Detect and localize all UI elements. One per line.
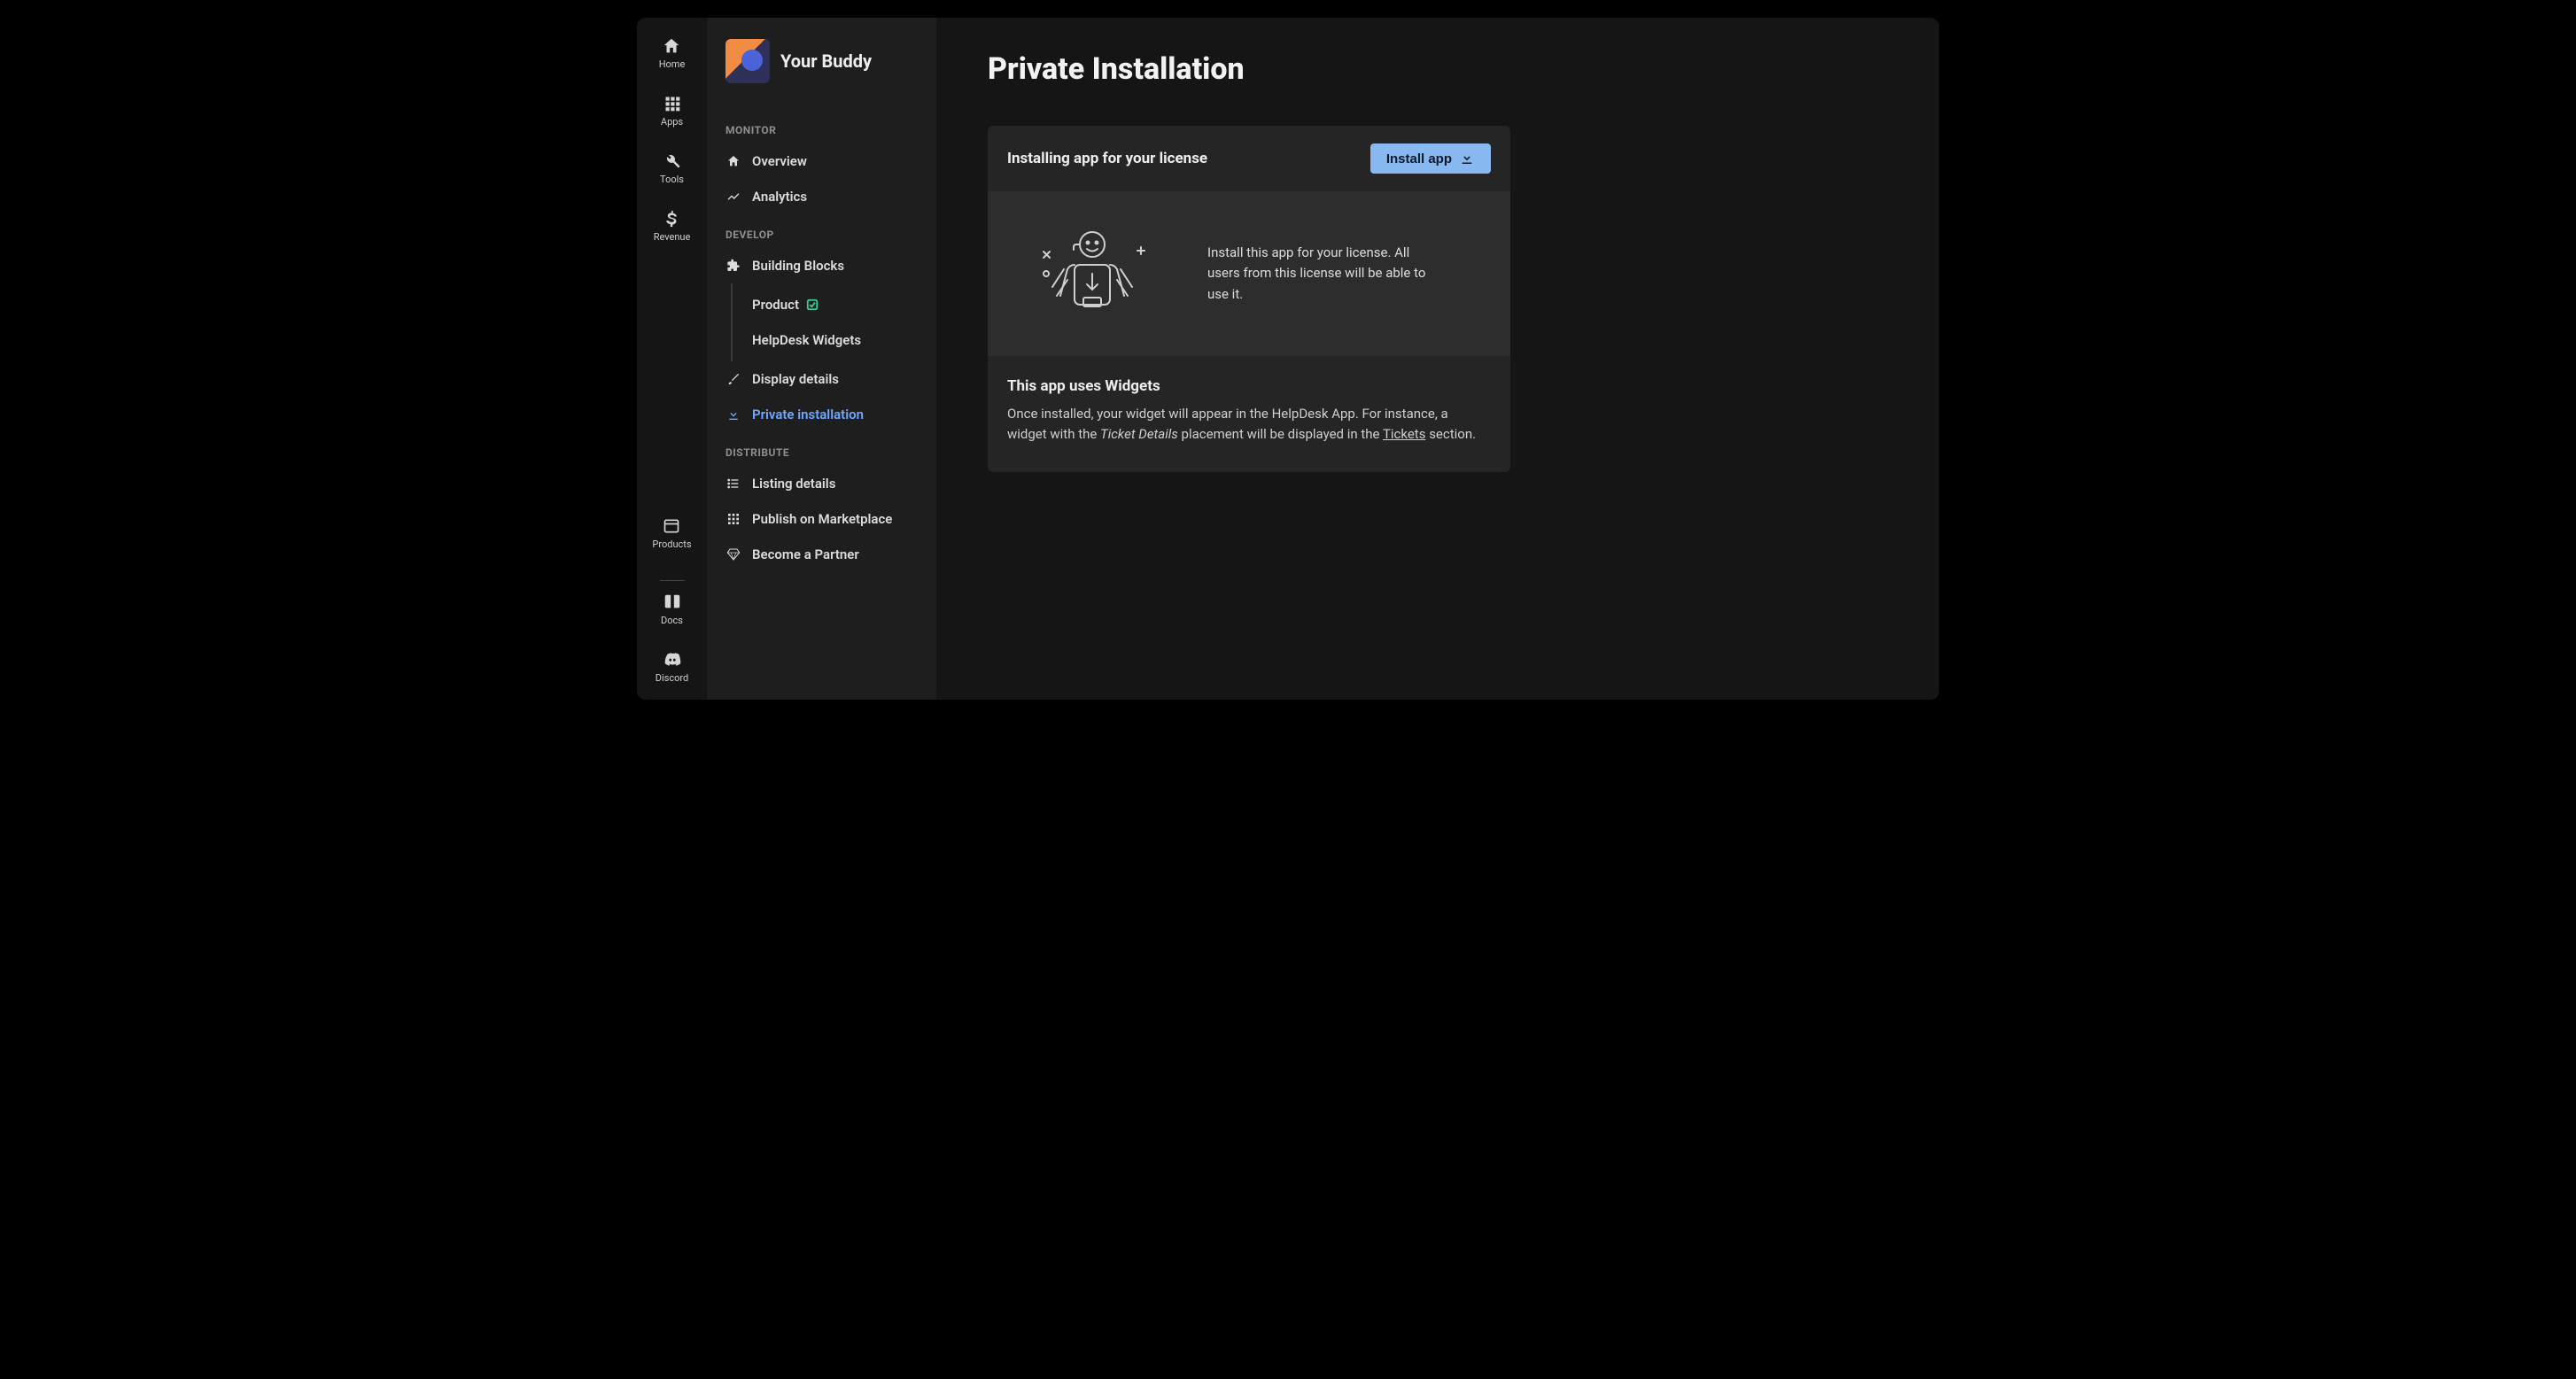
apps-icon (662, 93, 683, 114)
rail-label: Docs (661, 615, 683, 626)
icon-rail: Home Apps Tools Revenue Products (637, 18, 708, 700)
products-icon (661, 515, 682, 537)
nav-label: Building Blocks (752, 258, 844, 274)
card-header: Installing app for your license Install … (988, 126, 1510, 191)
main-content: Private Installation Installing app for … (936, 18, 1939, 700)
footer-text-suffix: section. (1429, 426, 1476, 442)
nav-label: Product (752, 297, 799, 313)
rail-label: Apps (661, 116, 683, 128)
sidebar-item-helpdesk-widgets[interactable]: HelpDesk Widgets (733, 322, 936, 358)
tools-icon (662, 151, 683, 172)
section-label-distribute: DISTRIBUTE (708, 432, 936, 466)
sidebar-item-publish-marketplace[interactable]: Publish on Marketplace (708, 501, 936, 537)
page-title: Private Installation (988, 51, 1888, 87)
install-illustration (1013, 225, 1172, 322)
app-logo (725, 39, 770, 83)
rail-label: Products (652, 538, 691, 550)
nav-label: Overview (752, 153, 807, 169)
download-icon (1459, 151, 1475, 167)
rail-label: Tools (660, 174, 684, 185)
sidebar-item-product[interactable]: Product (733, 287, 936, 322)
app-frame: Home Apps Tools Revenue Products (637, 18, 1939, 700)
verified-icon (806, 298, 819, 311)
home-icon (725, 154, 741, 168)
sidebar-item-listing-details[interactable]: Listing details (708, 466, 936, 501)
rail-item-discord[interactable]: Discord (656, 649, 688, 684)
footer-text-mid: placement will be displayed in the (1182, 426, 1383, 442)
rail-item-products[interactable]: Products (652, 515, 691, 550)
nav-label: Become a Partner (752, 546, 859, 562)
nav-sub-building-blocks: Product HelpDesk Widgets (731, 283, 936, 361)
diamond-icon (725, 547, 741, 562)
install-app-button[interactable]: Install app (1370, 143, 1491, 174)
rail-label: Revenue (654, 231, 691, 243)
rail-item-apps[interactable]: Apps (661, 93, 683, 128)
docs-icon (662, 592, 683, 613)
sidebar-item-building-blocks[interactable]: Building Blocks (708, 248, 936, 283)
app-identity: Your Buddy (708, 39, 936, 110)
revenue-icon (661, 208, 682, 229)
sidebar-item-analytics[interactable]: Analytics (708, 179, 936, 214)
sidebar-item-display-details[interactable]: Display details (708, 361, 936, 397)
rail-label: Home (659, 58, 686, 70)
brush-icon (725, 372, 741, 386)
grid-icon (725, 512, 741, 526)
sidebar-item-private-installation[interactable]: Private installation (708, 397, 936, 432)
sidebar: Your Buddy MONITOR Overview Analytics DE… (708, 18, 936, 700)
nav-label: Analytics (752, 189, 807, 205)
list-icon (725, 476, 741, 491)
sidebar-item-become-partner[interactable]: Become a Partner (708, 537, 936, 572)
card-footer-title: This app uses Widgets (1007, 377, 1491, 395)
nav-label: HelpDesk Widgets (752, 332, 861, 348)
section-label-develop: DEVELOP (708, 214, 936, 248)
discord-icon (662, 649, 683, 670)
rail-item-home[interactable]: Home (659, 35, 686, 70)
install-button-label: Install app (1386, 151, 1452, 167)
tickets-link[interactable]: Tickets (1383, 426, 1426, 442)
nav-label: Publish on Marketplace (752, 511, 892, 527)
nav-label: Listing details (752, 476, 835, 492)
card-footer: This app uses Widgets Once installed, yo… (988, 356, 1510, 472)
analytics-icon (725, 190, 741, 204)
footer-em: Ticket Details (1100, 426, 1178, 442)
rail-item-revenue[interactable]: Revenue (654, 208, 691, 243)
nav-label: Display details (752, 371, 839, 387)
download-icon (725, 407, 741, 422)
card-header-title: Installing app for your license (1007, 150, 1207, 167)
rail-label: Discord (656, 672, 688, 684)
home-icon (661, 35, 682, 57)
card-body: Install this app for your license. All u… (988, 191, 1510, 356)
puzzle-icon (725, 259, 741, 273)
rail-item-docs[interactable]: Docs (661, 592, 683, 626)
section-label-monitor: MONITOR (708, 110, 936, 143)
app-name: Your Buddy (780, 50, 872, 72)
rail-item-tools[interactable]: Tools (660, 151, 684, 185)
rail-divider (660, 580, 685, 581)
card-body-text: Install this app for your license. All u… (1207, 243, 1438, 305)
card-footer-text: Once installed, your widget will appear … (1007, 404, 1491, 445)
nav-label: Private installation (752, 407, 864, 422)
sidebar-item-overview[interactable]: Overview (708, 143, 936, 179)
install-card: Installing app for your license Install … (988, 126, 1510, 472)
